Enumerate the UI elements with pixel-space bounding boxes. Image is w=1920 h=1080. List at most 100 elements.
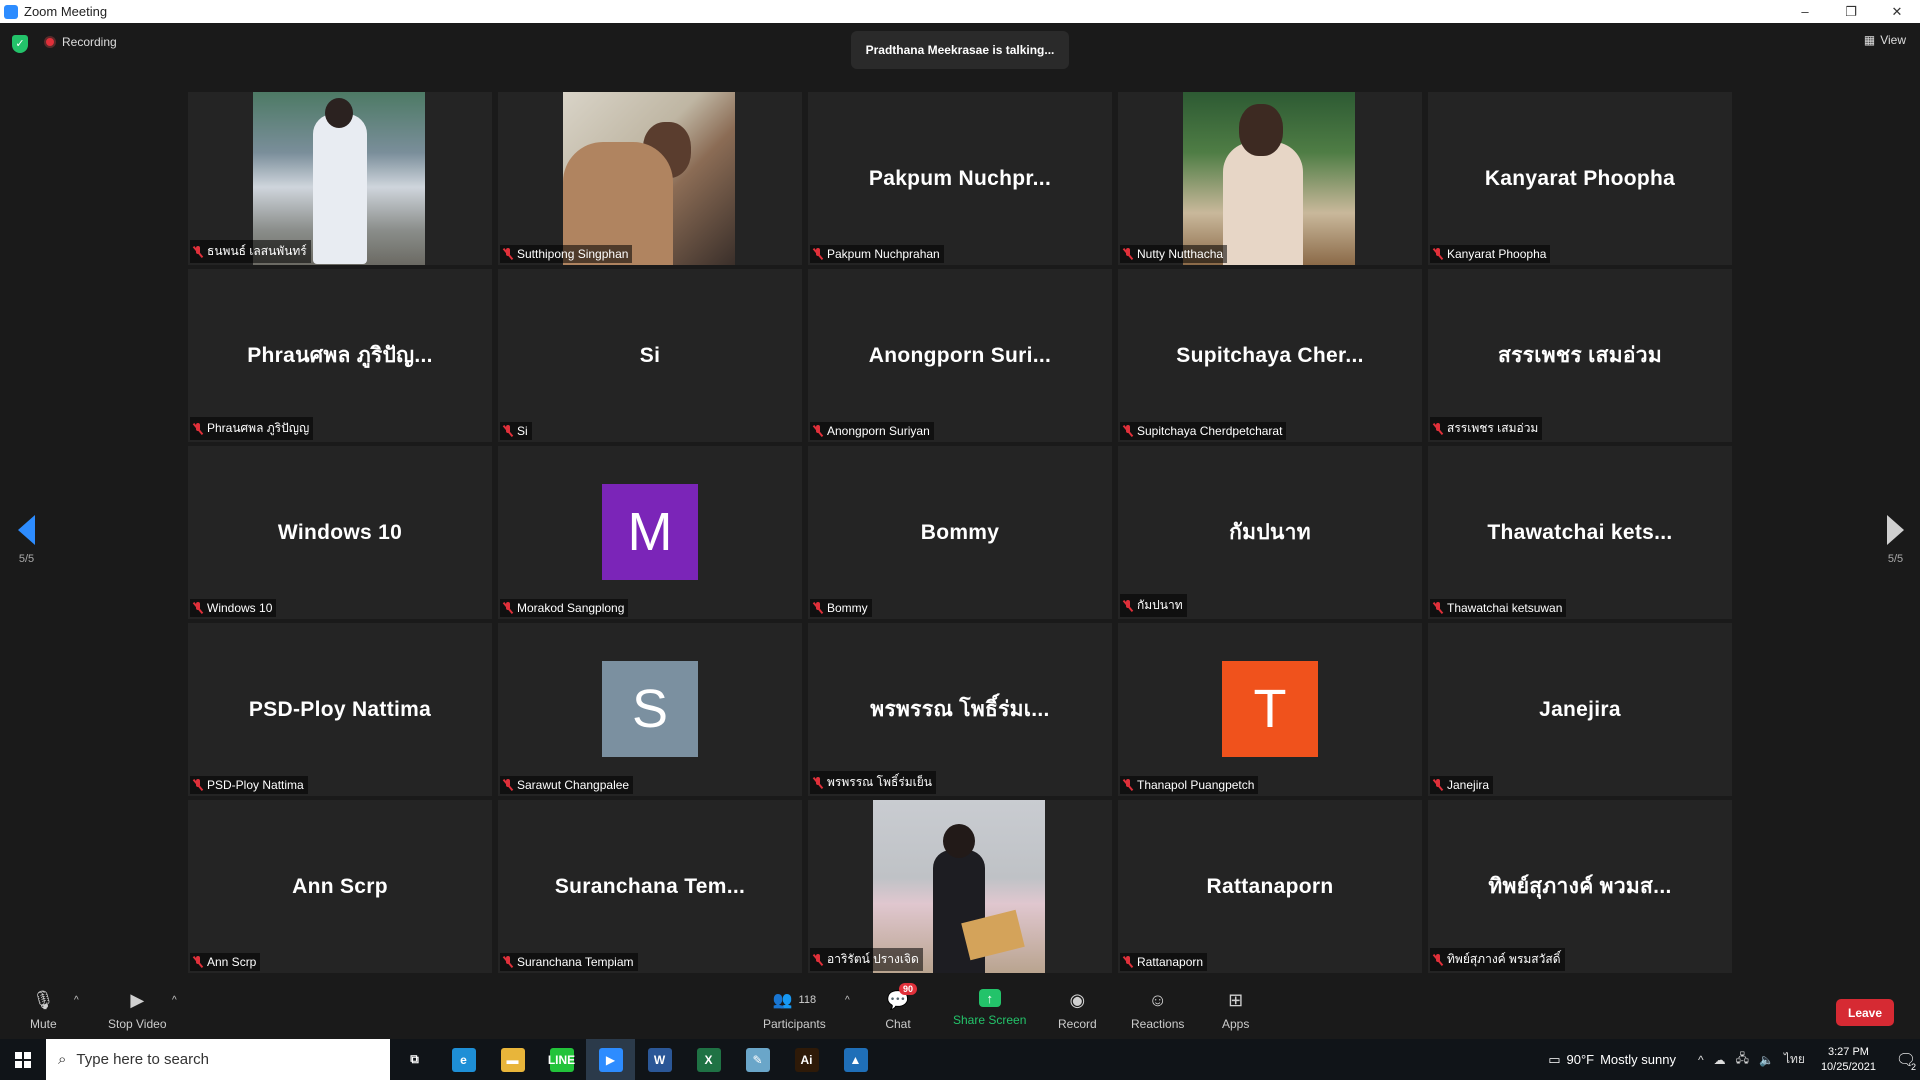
taskbar-app-illustrator[interactable]: Ai xyxy=(782,1039,831,1080)
participant-tile[interactable]: Pakpum Nuchpr... Pakpum Nuchprahan xyxy=(808,92,1112,265)
participant-tile[interactable]: ทิพย์สุภางค์ พวมส... ทิพย์สุภางค์ พรมสวัส… xyxy=(1428,800,1732,973)
participant-tile[interactable]: T Thanapol Puangpetch xyxy=(1118,623,1422,796)
record-icon: ◉ xyxy=(1069,989,1086,1010)
participant-name-label: ธนพนธ์ เลสนพันทร์ xyxy=(207,244,307,258)
page-prev[interactable]: 5/5 xyxy=(18,515,35,565)
weather-widget[interactable]: ▭ 90°F Mostly sunny xyxy=(1548,1052,1676,1068)
participant-tile[interactable]: Nutty Nutthacha xyxy=(1118,92,1422,265)
participant-nameplate: Janejira xyxy=(1430,776,1494,794)
participant-nameplate: พรพรรณ โพธิ์ร่มเย็น xyxy=(810,771,936,794)
participant-tile[interactable]: Si Si xyxy=(498,269,802,442)
participant-nameplate: Pakpum Nuchprahan xyxy=(810,245,944,263)
participant-nameplate: Ann Scrp xyxy=(190,953,261,971)
page-indicator-right: 5/5 xyxy=(1887,553,1904,565)
taskbar-app-excel[interactable]: X xyxy=(684,1039,733,1080)
participant-tile[interactable]: Thawatchai kets... Thawatchai ketsuwan xyxy=(1428,446,1732,619)
share-screen-button[interactable]: ↑ Share Screen xyxy=(953,989,1026,1027)
participant-tile[interactable]: M Morakod Sangplong xyxy=(498,446,802,619)
shield-icon[interactable]: ✓ xyxy=(12,35,28,53)
taskbar-app-photos[interactable]: ▲ xyxy=(831,1039,880,1080)
participant-tile[interactable]: Windows 10 Windows 10 xyxy=(188,446,492,619)
tray-chevron-icon[interactable]: ^ xyxy=(1698,1053,1704,1067)
participant-tile[interactable]: ธนพนธ์ เลสนพันทร์ xyxy=(188,92,492,265)
participant-tile[interactable]: Ann Scrp Ann Scrp xyxy=(188,800,492,973)
participant-tile[interactable]: Suranchana Tem... Suranchana Tempiam xyxy=(498,800,802,973)
participant-display-name: Bommy xyxy=(920,520,1000,544)
participant-tile[interactable]: Kanyarat Phoopha Kanyarat Phoopha xyxy=(1428,92,1732,265)
participant-tile[interactable]: สรรเพชร เสมอ่วม สรรเพชร เสมอ่วม xyxy=(1428,269,1732,442)
participant-tile[interactable]: S Sarawut Changpalee xyxy=(498,623,802,796)
minimize-button[interactable]: – xyxy=(1782,0,1828,23)
participant-tile[interactable]: พรพรรณ โพธิ์ร่มเ... พรพรรณ โพธิ์ร่มเย็น xyxy=(808,623,1112,796)
participant-video xyxy=(563,92,735,265)
excel-icon: X xyxy=(696,1047,721,1072)
participant-nameplate: Si xyxy=(500,422,532,440)
page-next[interactable]: 5/5 xyxy=(1887,515,1904,565)
participant-nameplate: Morakod Sangplong xyxy=(500,599,629,617)
arrow-left-icon[interactable] xyxy=(18,515,35,545)
apps-button[interactable]: ⊞ Apps xyxy=(1222,989,1249,1032)
participant-tile[interactable]: Supitchaya Cher... Supitchaya Cherdpetcha… xyxy=(1118,269,1422,442)
participant-display-name: Supitchaya Cher... xyxy=(1176,343,1364,367)
taskbar-app-file-explorer[interactable]: ▬ xyxy=(488,1039,537,1080)
taskbar-app-word[interactable]: W xyxy=(635,1039,684,1080)
participant-tile[interactable]: อาริรัตน์ ปรางเจิด xyxy=(808,800,1112,973)
taskbar-app-zoom[interactable]: ▶ xyxy=(586,1039,635,1080)
participants-button[interactable]: 👥 118 Participants xyxy=(763,989,826,1031)
taskbar-app-line[interactable]: LINE xyxy=(537,1039,586,1080)
leave-button[interactable]: Leave xyxy=(1836,999,1894,1026)
line-icon: LINE xyxy=(548,1047,575,1072)
participant-name-label: PSD-Ploy Nattima xyxy=(207,778,304,792)
taskbar-app-task-view[interactable]: ⧉ xyxy=(390,1039,439,1080)
audio-options-caret-icon[interactable]: ^ xyxy=(74,995,79,1006)
video-options-caret-icon[interactable]: ^ xyxy=(172,995,177,1006)
participant-tile[interactable]: Sutthipong Singphan xyxy=(498,92,802,265)
participants-caret-icon[interactable]: ^ xyxy=(845,995,850,1006)
windows-logo-icon xyxy=(15,1051,31,1068)
chat-icon: 💬 90 xyxy=(885,983,918,1011)
file-explorer-icon: ▬ xyxy=(500,1047,525,1072)
start-button[interactable] xyxy=(0,1039,46,1080)
mic-muted-icon xyxy=(1433,422,1443,435)
reactions-button[interactable]: ☺ Reactions xyxy=(1131,989,1184,1032)
participant-nameplate: สรรเพชร เสมอ่วม xyxy=(1430,417,1543,440)
participant-nameplate: Windows 10 xyxy=(190,599,277,617)
mic-muted-icon xyxy=(813,776,823,789)
taskbar-app-notepad[interactable]: ✎ xyxy=(733,1039,782,1080)
taskbar-search[interactable]: ⌕ Type here to search xyxy=(46,1039,390,1080)
mic-muted-icon xyxy=(1433,602,1443,614)
network-icon[interactable]: 🖧 xyxy=(1736,1049,1749,1070)
participant-tile[interactable]: Rattanaporn Rattanaporn xyxy=(1118,800,1422,973)
mic-muted-icon xyxy=(193,602,203,614)
mute-button[interactable]: 🎙 Mute xyxy=(30,989,57,1032)
arrow-right-icon[interactable] xyxy=(1887,515,1904,545)
onedrive-icon[interactable]: ☁ xyxy=(1714,1053,1726,1067)
participant-tile[interactable]: Phraนศพล ภูริปัญ... Phraนศพล ภูริปัญญ xyxy=(188,269,492,442)
participant-tile[interactable]: Anongporn Suri... Anongporn Suriyan xyxy=(808,269,1112,442)
view-button[interactable]: ▦ View xyxy=(1864,33,1906,47)
participant-nameplate: กัมปนาท xyxy=(1120,594,1187,617)
mic-muted-icon xyxy=(1123,248,1133,260)
participant-name-label: Si xyxy=(517,424,528,438)
participant-name-label: พรพรรณ โพธิ์ร่มเย็น xyxy=(827,775,932,789)
participant-tile[interactable]: Janejira Janejira xyxy=(1428,623,1732,796)
participant-display-name: Janejira xyxy=(1539,697,1621,721)
participant-tile[interactable]: PSD-Ploy Nattima PSD-Ploy Nattima xyxy=(188,623,492,796)
mic-muted-icon xyxy=(1433,779,1443,791)
language-indicator[interactable]: ไทย xyxy=(1784,1050,1805,1069)
participant-tile[interactable]: กัมปนาท กัมปนาท xyxy=(1118,446,1422,619)
close-button[interactable]: ✕ xyxy=(1874,0,1920,23)
chat-button[interactable]: 💬 90 Chat xyxy=(885,983,918,1031)
window-titlebar: Zoom Meeting – ❐ ✕ xyxy=(0,0,1920,23)
restore-button[interactable]: ❐ xyxy=(1828,0,1874,23)
stop-video-button[interactable]: ▶ Stop Video xyxy=(108,989,167,1032)
clock-time: 3:27 PM xyxy=(1827,1045,1869,1058)
taskbar-app-edge[interactable]: e xyxy=(439,1039,488,1080)
clock[interactable]: 3:27 PM 10/25/2021 xyxy=(1821,1045,1876,1075)
recording-indicator[interactable]: Recording xyxy=(44,35,117,49)
volume-icon[interactable]: 🔈 xyxy=(1759,1053,1774,1067)
notification-button[interactable]: 🗨 2 xyxy=(1892,1039,1920,1080)
participant-tile[interactable]: Bommy Bommy xyxy=(808,446,1112,619)
record-button[interactable]: ◉ Record xyxy=(1058,989,1097,1032)
mic-muted-icon xyxy=(503,248,513,260)
